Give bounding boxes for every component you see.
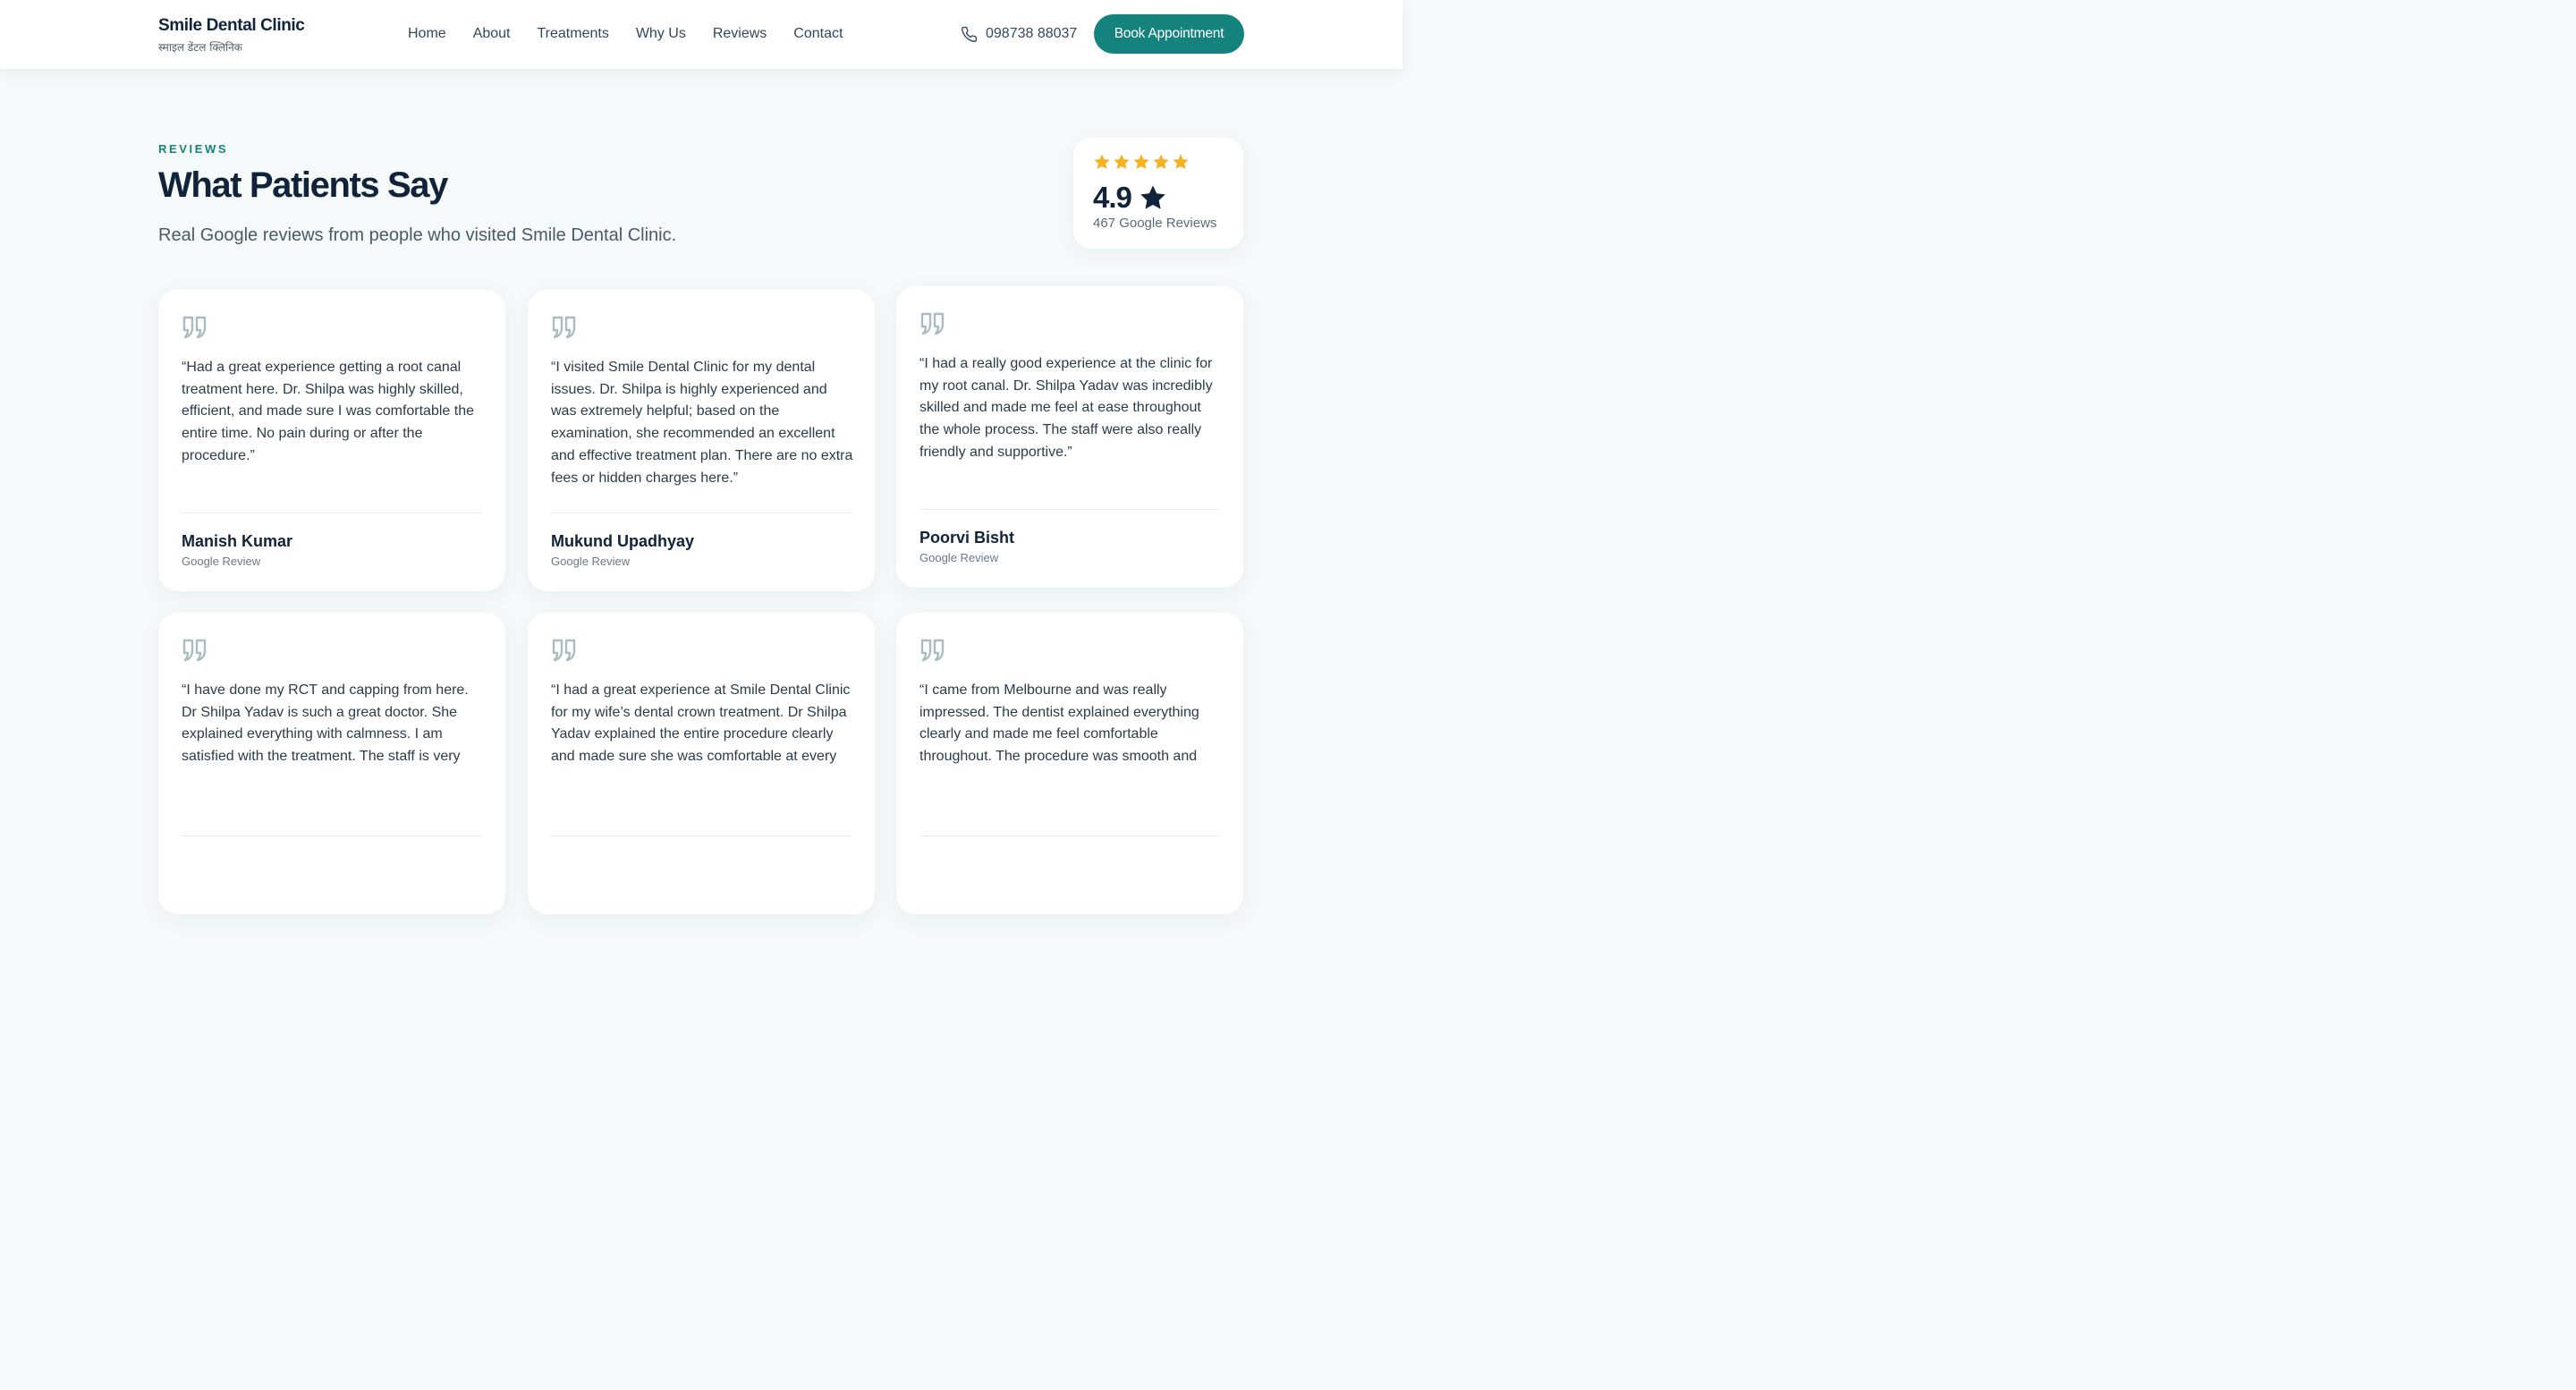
star-icon (1153, 154, 1169, 169)
brand[interactable]: Smile Dental Clinic स्माइल डेंटल क्लिनिक (158, 16, 305, 55)
review-text: “I have done my RCT and capping from her… (182, 682, 469, 765)
card-divider (182, 835, 482, 836)
review-source: Google Review (551, 555, 631, 568)
card-divider (551, 835, 852, 836)
phone-link[interactable]: 098738 88037 (961, 25, 1077, 43)
nav-link-why-us[interactable]: Why Us (636, 25, 686, 43)
nav-link-about[interactable]: About (473, 25, 511, 43)
nav-link-home[interactable]: Home (408, 25, 446, 43)
rating-summary-card: 4.9 467 Google Reviews (1073, 138, 1243, 249)
brand-name: Smile Dental Clinic (158, 16, 305, 35)
nav-link-contact[interactable]: Contact (793, 25, 843, 43)
site-header: Smile Dental Clinic स्माइल डेंटल क्लिनिक… (0, 0, 1402, 69)
review-card: “I had a really good experience at the c… (896, 286, 1243, 588)
rating-value-row: 4.9 (1093, 181, 1167, 215)
review-text: “I had a great experience at Smile Denta… (551, 682, 851, 765)
review-source: Google Review (182, 555, 261, 568)
rating-stars (1093, 153, 1190, 171)
review-card: “Had a great experience getting a root c… (158, 290, 505, 591)
quote-icon (182, 639, 207, 662)
review-text: “I had a really good experience at the c… (919, 356, 1213, 460)
card-divider (919, 509, 1220, 510)
star-icon (1114, 154, 1130, 169)
quote-icon (552, 316, 576, 339)
card-divider (919, 835, 1220, 836)
star-icon (1133, 154, 1149, 169)
review-card: “I had a great experience at Smile Denta… (528, 613, 875, 914)
quote-icon (552, 639, 576, 662)
main-nav: Home About Treatments Why Us Reviews Con… (408, 25, 869, 43)
reviewer-name: Mukund Upadhyay (551, 532, 695, 550)
review-text: “Had a great experience getting a root c… (182, 360, 474, 463)
review-card: “I have done my RCT and capping from her… (158, 613, 505, 914)
rating-value: 4.9 (1093, 181, 1132, 214)
section-eyebrow: REVIEWS (158, 142, 229, 156)
nav-link-reviews[interactable]: Reviews (713, 25, 767, 43)
quote-icon (182, 316, 207, 339)
quote-icon (920, 312, 945, 335)
reviewer-name: Manish Kumar (182, 532, 293, 550)
book-appointment-button[interactable]: Book Appointment (1094, 14, 1244, 54)
reviewer-name: Poorvi Bisht (919, 529, 1015, 547)
star-icon (1094, 154, 1110, 169)
rating-count: 467 Google Reviews (1093, 216, 1217, 231)
section-subtitle: Real Google reviews from people who visi… (158, 225, 677, 245)
star-icon (1140, 185, 1165, 209)
review-source: Google Review (919, 551, 999, 564)
brand-subtitle: स्माइल डेंटल क्लिनिक (158, 41, 242, 54)
phone-icon (961, 26, 978, 42)
nav-link-treatments[interactable]: Treatments (538, 25, 609, 43)
phone-number: 098738 88037 (986, 26, 1078, 41)
review-text: “I came from Melbourne and was really im… (919, 682, 1199, 765)
quote-icon (920, 639, 945, 662)
review-card: “I visited Smile Dental Clinic for my de… (528, 290, 875, 591)
section-title: What Patients Say (158, 165, 448, 205)
star-icon (1173, 154, 1189, 169)
review-text: “I visited Smile Dental Clinic for my de… (551, 360, 853, 486)
review-card: “I came from Melbourne and was really im… (896, 613, 1243, 914)
